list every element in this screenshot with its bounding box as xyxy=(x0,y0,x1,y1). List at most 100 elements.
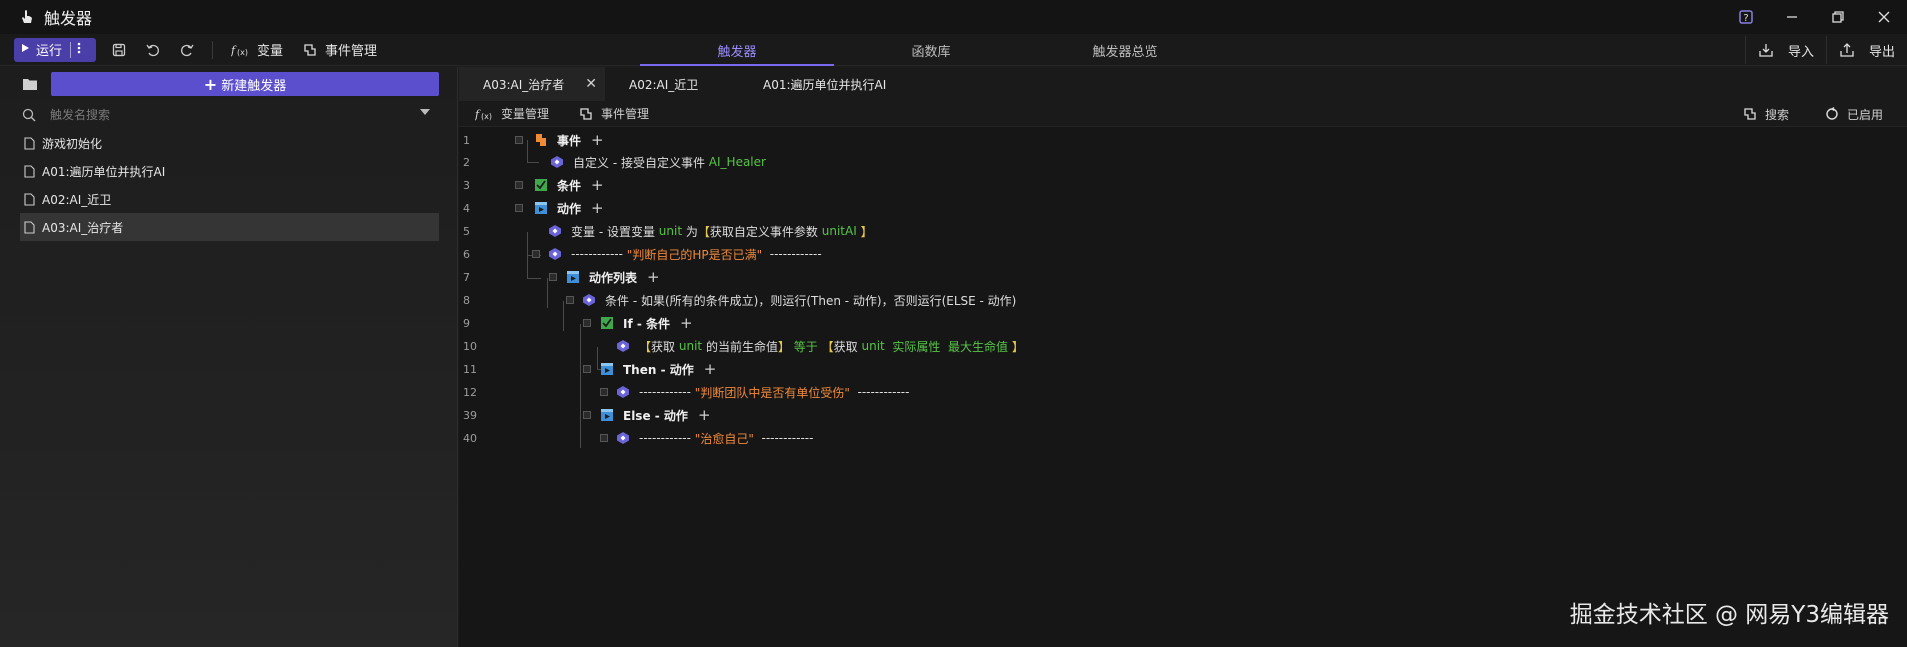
save-icon[interactable] xyxy=(102,34,136,66)
condition-node-icon xyxy=(599,315,615,331)
close-icon[interactable]: ✕ xyxy=(585,76,597,92)
collapse-toggle[interactable] xyxy=(532,250,540,258)
collapse-toggle[interactable] xyxy=(583,319,591,327)
window-title: 触发器 xyxy=(44,9,93,28)
add-icon[interactable]: + xyxy=(647,268,660,286)
minimize-icon[interactable] xyxy=(1769,0,1815,34)
function-icon: f (x) xyxy=(475,107,493,121)
run-button[interactable]: 运行 xyxy=(14,37,96,62)
main-tabs: 触发器 函数库 触发器总览 xyxy=(640,34,1222,66)
add-icon[interactable]: + xyxy=(591,131,604,149)
node-else-actions[interactable]: Else - 动作 + xyxy=(599,404,711,426)
collapse-toggle[interactable] xyxy=(600,388,608,396)
tree-row: 7 动作列表 + xyxy=(463,266,660,288)
collapse-toggle[interactable] xyxy=(583,411,591,419)
condition-node-icon xyxy=(533,177,549,193)
node-condition[interactable]: 条件 + xyxy=(533,174,604,196)
trigger-list: 游戏初始化 A01:遍历单位并执行AI A02:AI_近卫 A03:AI_治疗者 xyxy=(0,129,458,241)
action-node-icon xyxy=(615,430,631,446)
search-doc-icon xyxy=(1743,107,1757,121)
search-input[interactable] xyxy=(50,108,410,122)
action-node-icon xyxy=(615,384,631,400)
enabled-toggle[interactable]: 已启用 xyxy=(1813,106,1907,123)
tree-row: 39 Else - 动作 + xyxy=(463,404,711,426)
import-button[interactable]: 导入 xyxy=(1744,36,1826,64)
event-icon xyxy=(303,43,317,57)
node-if-condition[interactable]: If - 条件 + xyxy=(599,312,693,334)
tab-a02[interactable]: A02:AI_近卫 xyxy=(605,67,739,101)
tree-row: 2 自定义 - 接受自定义事件 AI_Healer xyxy=(459,151,1907,173)
node-actions[interactable]: 动作 + xyxy=(533,197,604,219)
main-toolbar: 运行 f (x) 变量 事件管理 触发器 函数库 触发器总览 导入 导出 xyxy=(0,34,1907,66)
collapse-toggle[interactable] xyxy=(515,204,523,212)
file-icon xyxy=(24,192,36,206)
tab-triggers[interactable]: 触发器 xyxy=(640,34,834,66)
plus-icon: + xyxy=(203,74,218,94)
action-block-icon xyxy=(599,407,615,423)
action-block-icon xyxy=(533,200,549,216)
add-icon[interactable]: + xyxy=(591,176,604,194)
collapse-toggle[interactable] xyxy=(515,181,523,189)
tree-row: 11 Then - 动作 + xyxy=(463,358,717,380)
collapse-toggle[interactable] xyxy=(549,273,557,281)
folder-icon[interactable] xyxy=(22,76,38,92)
play-icon xyxy=(20,42,30,57)
svg-text:(x): (x) xyxy=(237,48,248,57)
close-icon[interactable] xyxy=(1861,0,1907,34)
add-icon[interactable]: + xyxy=(698,406,711,424)
more-vertical-icon[interactable] xyxy=(77,42,81,58)
export-button[interactable]: 导出 xyxy=(1825,36,1907,64)
chevron-down-icon[interactable] xyxy=(420,109,430,115)
add-icon[interactable]: + xyxy=(591,199,604,217)
new-trigger-button[interactable]: + 新建触发器 xyxy=(51,72,439,96)
action-node-icon xyxy=(581,292,597,308)
tab-a03[interactable]: A03:AI_治疗者 ✕ xyxy=(459,67,605,101)
list-item[interactable]: A02:AI_近卫 xyxy=(0,185,458,213)
search-button[interactable]: 搜索 xyxy=(1731,106,1813,123)
action-node-icon xyxy=(615,338,631,354)
refresh-icon xyxy=(1825,107,1839,121)
action-block-icon xyxy=(599,361,615,377)
add-icon[interactable]: + xyxy=(680,314,693,332)
add-icon[interactable]: + xyxy=(704,360,717,378)
node-if-then-else[interactable]: 条件 - 如果(所有的条件成立)，则运行(Then - 动作)，否则运行(ELS… xyxy=(581,289,1016,311)
action-block-icon xyxy=(565,269,581,285)
tree-row: 6 ------------ "判断自己的HP是否已满" -----------… xyxy=(459,243,1907,265)
undo-icon[interactable] xyxy=(136,34,170,66)
collapse-toggle[interactable] xyxy=(515,136,523,144)
node-set-variable[interactable]: 变量 - 设置变量 unit 为【获取自定义事件参数 unitAI 】 xyxy=(547,220,873,242)
node-hp-compare[interactable]: 【获取 unit 的当前生命值】 等于 【获取 unit 实际属性 最大生命值 … xyxy=(615,335,1024,357)
file-icon xyxy=(24,164,36,178)
action-node-icon xyxy=(547,223,563,239)
node-comment[interactable]: ------------ "判断自己的HP是否已满" ------------ xyxy=(547,243,822,265)
event-management-button[interactable]: 事件管理 xyxy=(293,34,387,66)
list-item-selected[interactable]: A03:AI_治疗者 xyxy=(20,213,439,241)
svg-text:(x): (x) xyxy=(481,112,492,121)
node-comment[interactable]: ------------ "治愈自己" ------------ xyxy=(615,427,813,449)
function-icon: f (x) xyxy=(231,43,249,57)
node-comment[interactable]: ------------ "判断团队中是否有单位受伤" ------------ xyxy=(615,381,909,403)
node-custom-event[interactable]: 自定义 - 接受自定义事件 AI_Healer xyxy=(549,151,766,173)
node-event[interactable]: 事件 + xyxy=(533,129,604,151)
variables-button[interactable]: f (x) 变量 xyxy=(221,34,293,66)
tab-trigger-overview[interactable]: 触发器总览 xyxy=(1028,34,1222,66)
collapse-toggle[interactable] xyxy=(583,365,591,373)
list-item[interactable]: A01:遍历单位并执行AI xyxy=(0,157,458,185)
node-action-list[interactable]: 动作列表 + xyxy=(565,266,660,288)
node-then-actions[interactable]: Then - 动作 + xyxy=(599,358,716,380)
redo-icon[interactable] xyxy=(170,34,204,66)
variable-management-button[interactable]: f (x) 变量管理 xyxy=(459,105,563,122)
restore-icon[interactable] xyxy=(1815,0,1861,34)
title-bar: 触发器 ? xyxy=(0,0,1907,34)
watermark: 掘金技术社区 @ 网易Y3编辑器 xyxy=(1569,602,1889,628)
event-management-button[interactable]: 事件管理 xyxy=(563,105,663,122)
collapse-toggle[interactable] xyxy=(566,296,574,304)
trigger-sidebar: + 新建触发器 游戏初始化 A01:遍历单位并执行AI A02:AI_近卫 A0… xyxy=(0,67,458,647)
search-icon xyxy=(22,108,38,122)
collapse-toggle[interactable] xyxy=(600,434,608,442)
tab-a01[interactable]: A01:遍历单位并执行AI xyxy=(739,67,939,101)
tab-function-library[interactable]: 函数库 xyxy=(834,34,1028,66)
tree-row: 5 变量 - 设置变量 unit 为【获取自定义事件参数 unitAI 】 xyxy=(459,220,1907,242)
list-item[interactable]: 游戏初始化 xyxy=(0,129,458,157)
help-icon[interactable]: ? xyxy=(1723,0,1769,34)
